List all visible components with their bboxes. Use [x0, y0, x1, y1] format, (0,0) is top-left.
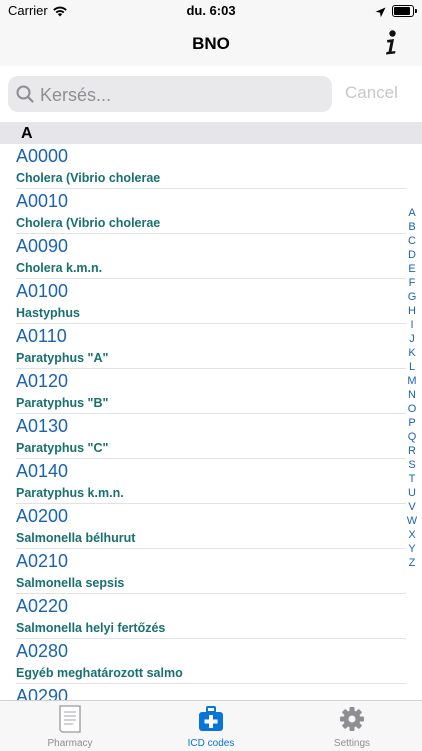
index-letter[interactable]: T [404, 472, 420, 486]
list-item[interactable]: A0110 Paratyphus "A" [0, 324, 422, 369]
location-arrow-icon [375, 5, 386, 23]
code-label: A0120 [16, 371, 69, 391]
index-letter[interactable]: N [404, 388, 420, 402]
index-letter[interactable]: A [404, 206, 420, 220]
index-letter[interactable]: J [404, 332, 420, 346]
description-label: Paratyphus "B" [16, 396, 109, 410]
code-label: A0010 [16, 191, 69, 211]
code-label: A0140 [16, 461, 69, 481]
description-label: Salmonella sepsis [16, 576, 125, 590]
document-icon [57, 705, 83, 733]
section-index[interactable]: A B C D E F G H I J K L M N O P Q R S T … [404, 206, 420, 570]
code-label: A0090 [16, 236, 69, 256]
info-icon[interactable] [384, 30, 398, 56]
description-label: Paratyphus "A" [16, 351, 109, 365]
index-letter[interactable]: I [404, 318, 420, 332]
code-label: A0290 [16, 686, 69, 700]
list-item[interactable]: A0220 Salmonella helyi fertőzés [0, 594, 422, 639]
code-label: A0100 [16, 281, 69, 301]
list-item[interactable]: A0200 Salmonella bélhurut [0, 504, 422, 549]
code-label: A0200 [16, 506, 69, 526]
tab-label: Settings [333, 738, 371, 749]
code-label: A0220 [16, 596, 69, 616]
index-letter[interactable]: C [404, 234, 420, 248]
description-label: Cholera (Vibrio cholerae [16, 171, 161, 185]
list-item[interactable]: A0280 Egyéb meghatározott salmo [0, 639, 422, 684]
tab-icd-codes[interactable]: ICD codes [141, 701, 281, 751]
description-label: Paratyphus k.m.n. [16, 486, 124, 500]
list-item[interactable]: A0010 Cholera (Vibrio cholerae [0, 189, 422, 234]
section-header-label: A [21, 125, 33, 142]
tab-settings[interactable]: Settings [282, 701, 422, 751]
index-letter[interactable]: X [404, 528, 420, 542]
index-letter[interactable]: O [404, 402, 420, 416]
index-letter[interactable]: Q [404, 430, 420, 444]
index-letter[interactable]: E [404, 262, 420, 276]
description-label: Hastyphus [16, 306, 80, 320]
index-letter[interactable]: F [404, 276, 420, 290]
code-label: A0210 [16, 551, 69, 571]
index-letter[interactable]: B [404, 220, 420, 234]
index-letter[interactable]: Z [404, 556, 420, 570]
tab-label: ICD codes [187, 738, 235, 749]
description-label: Salmonella helyi fertőzés [16, 621, 166, 635]
list-item[interactable]: A0210 Salmonella sepsis [0, 549, 422, 594]
section-header: A [0, 122, 422, 144]
description-label: Cholera (Vibrio cholerae [16, 216, 161, 230]
index-letter[interactable]: V [404, 500, 420, 514]
gear-icon [339, 705, 365, 733]
page-title: BNO [192, 34, 230, 53]
code-label: A0110 [16, 326, 67, 346]
index-letter[interactable]: H [404, 304, 420, 318]
search-icon [16, 85, 34, 108]
index-letter[interactable]: R [404, 444, 420, 458]
index-letter[interactable]: U [404, 486, 420, 500]
tab-pharmacy[interactable]: Pharmacy [0, 701, 140, 751]
index-letter[interactable]: P [404, 416, 420, 430]
navigation-bar: BNO [0, 22, 422, 67]
search-field[interactable] [8, 76, 332, 114]
index-letter[interactable]: M [404, 374, 420, 388]
list-item[interactable]: A0140 Paratyphus k.m.n. [0, 459, 422, 504]
description-label: Paratyphus "C" [16, 441, 109, 455]
search-input[interactable] [38, 76, 322, 114]
index-letter[interactable]: S [404, 458, 420, 472]
clock-label: du. 6:03 [186, 3, 236, 18]
status-bar: Carrier du. 6:03 [0, 0, 422, 22]
icd-code-list[interactable]: A0000 Cholera (Vibrio cholerae A0010 Cho… [0, 144, 422, 700]
index-letter[interactable]: Y [404, 542, 420, 556]
code-label: A0130 [16, 416, 69, 436]
index-letter[interactable]: D [404, 248, 420, 262]
list-item[interactable]: A0100 Hastyphus [0, 279, 422, 324]
description-label: Egyéb meghatározott salmo [16, 666, 183, 680]
code-label: A0280 [16, 641, 69, 661]
list-item[interactable]: A0120 Paratyphus "B" [0, 369, 422, 414]
list-item[interactable]: A0130 Paratyphus "C" [0, 414, 422, 459]
list-item[interactable]: A0290 [0, 684, 422, 700]
index-letter[interactable]: G [404, 290, 420, 304]
list-item[interactable]: A0000 Cholera (Vibrio cholerae [0, 144, 422, 189]
tab-label: Pharmacy [47, 738, 93, 749]
search-bar: Cancel [0, 66, 422, 122]
description-label: Salmonella bélhurut [16, 531, 136, 545]
description-label: Cholera k.m.n. [16, 261, 103, 275]
battery-icon [392, 5, 417, 17]
list-item[interactable]: A0090 Cholera k.m.n. [0, 234, 422, 279]
first-aid-kit-icon [198, 705, 224, 733]
index-letter[interactable]: L [404, 360, 420, 374]
cancel-button[interactable]: Cancel [345, 83, 398, 103]
index-letter[interactable]: K [404, 346, 420, 360]
index-letter[interactable]: W [404, 514, 420, 528]
code-label: A0000 [16, 146, 69, 166]
tab-bar: Pharmacy ICD codes Settings [0, 700, 422, 751]
